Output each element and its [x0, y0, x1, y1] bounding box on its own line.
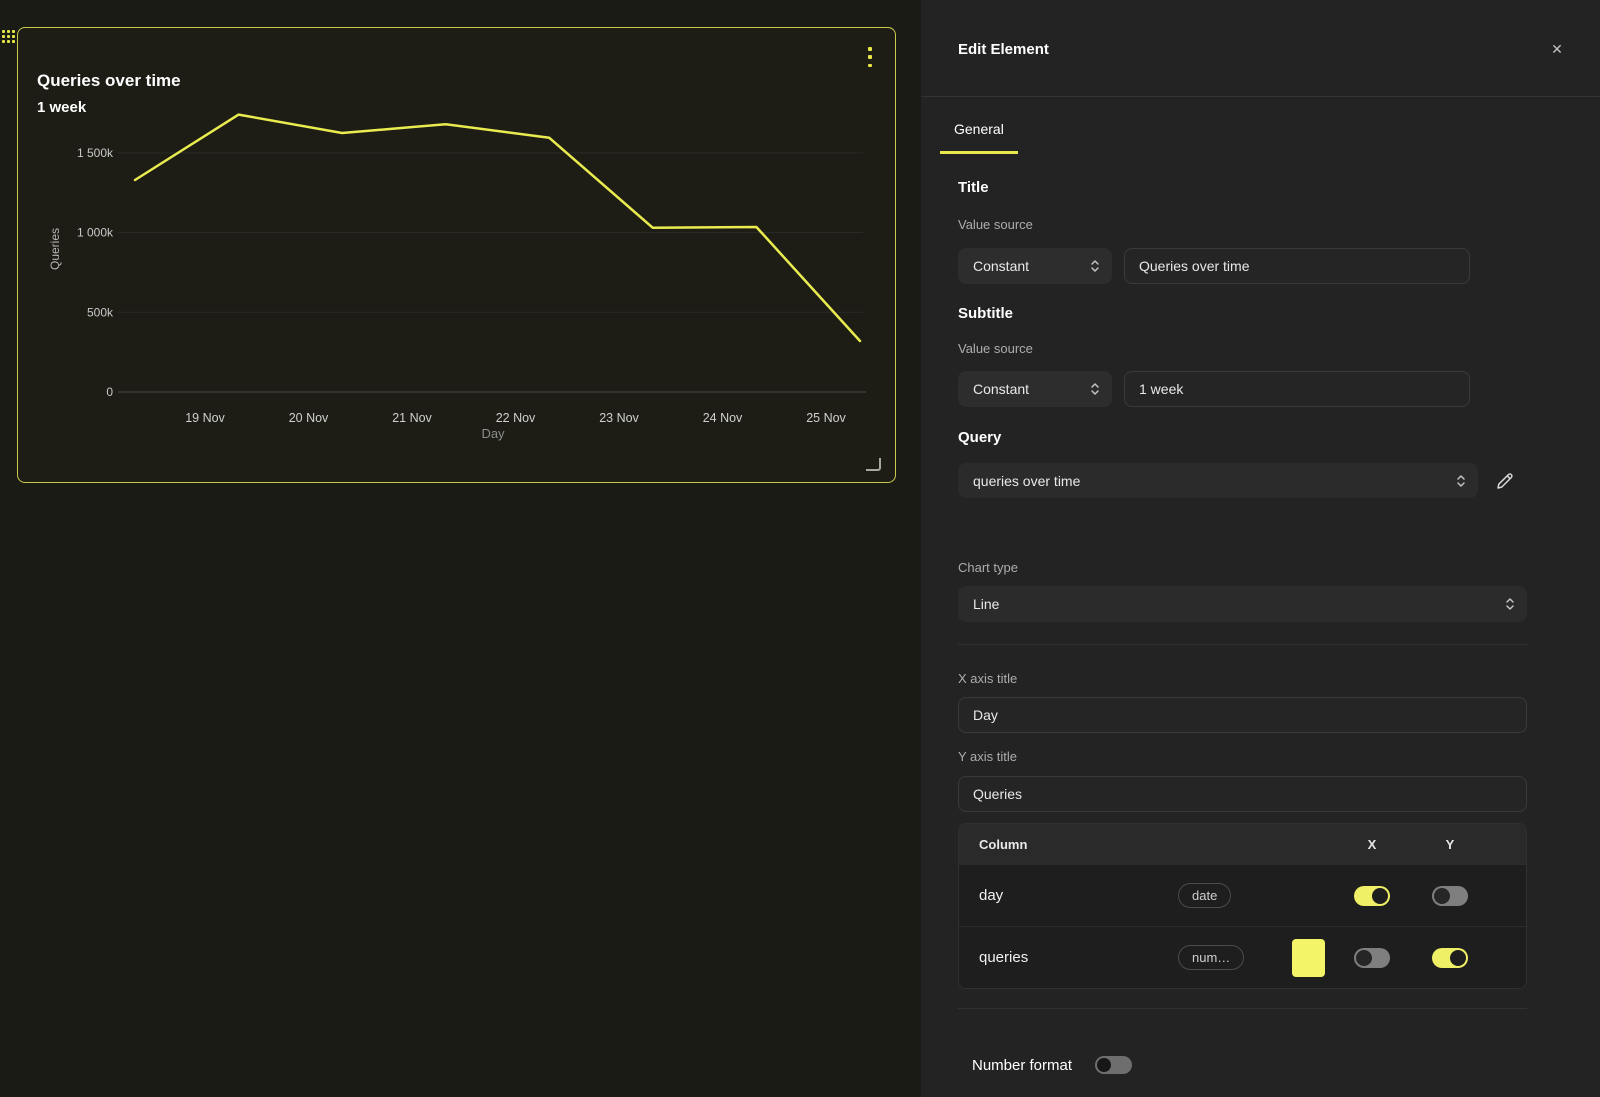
query-select[interactable]: queries over time: [958, 463, 1478, 498]
resize-handle[interactable]: [866, 458, 881, 471]
section-divider: [958, 1008, 1527, 1009]
column-name: day: [959, 887, 1178, 904]
chart-type-value: Line: [973, 596, 999, 612]
dashboard-canvas: Queries over time 1 week 0500k1 000k1 50…: [0, 0, 921, 1097]
number-format-toggle[interactable]: [1095, 1056, 1132, 1074]
number-format-label: Number format: [972, 1057, 1072, 1074]
table-row-queries: queriesnum…: [959, 926, 1526, 988]
columns-table-header: Column X Y: [959, 824, 1526, 864]
type-badge: date: [1178, 883, 1231, 908]
chevron-up-down-icon: [1505, 596, 1515, 612]
svg-text:0: 0: [106, 385, 113, 399]
svg-text:20 Nov: 20 Nov: [289, 411, 329, 425]
y-toggle-day[interactable]: [1432, 886, 1468, 906]
y-header: Y: [1411, 837, 1489, 852]
column-header: Column: [959, 837, 1178, 852]
svg-text:1 500k: 1 500k: [77, 146, 114, 160]
subtitle-value-source-label: Value source: [958, 341, 1033, 356]
svg-text:500k: 500k: [87, 305, 114, 319]
title-value-input[interactable]: Queries over time: [1124, 248, 1470, 284]
y-axis-title-label: Y axis title: [958, 749, 1017, 764]
x-header: X: [1333, 837, 1411, 852]
svg-text:19 Nov: 19 Nov: [185, 411, 225, 425]
title-source-value: Constant: [973, 258, 1029, 274]
table-row-day: daydate: [959, 864, 1526, 926]
x-toggle-day[interactable]: [1354, 886, 1390, 906]
svg-text:23 Nov: 23 Nov: [599, 411, 639, 425]
title-source-select[interactable]: Constant: [958, 248, 1112, 284]
section-divider: [958, 644, 1527, 645]
y-axis-title-input[interactable]: Queries: [958, 776, 1527, 812]
chart-type-select[interactable]: Line: [958, 586, 1527, 622]
x-toggle-queries[interactable]: [1354, 948, 1390, 968]
columns-table: Column X Y daydatequeriesnum…: [958, 823, 1527, 989]
svg-text:25 Nov: 25 Nov: [806, 411, 846, 425]
subtitle-source-value: Constant: [973, 381, 1029, 397]
header-divider: [921, 96, 1600, 97]
title-section-heading: Title: [958, 179, 989, 196]
x-axis-title-label: X axis title: [958, 671, 1017, 686]
query-section-heading: Query: [958, 429, 1001, 446]
panel-title: Edit Element: [958, 41, 1049, 58]
column-name: queries: [959, 949, 1178, 966]
chevron-up-down-icon: [1090, 258, 1100, 274]
series-color-swatch[interactable]: [1292, 939, 1325, 977]
tab-general[interactable]: General: [940, 121, 1018, 154]
edit-element-panel: Edit Element ✕ General Title Value sourc…: [921, 0, 1600, 1097]
y-toggle-queries[interactable]: [1432, 948, 1468, 968]
chart-card[interactable]: Queries over time 1 week 0500k1 000k1 50…: [17, 27, 896, 483]
chevron-up-down-icon: [1090, 381, 1100, 397]
subtitle-section-heading: Subtitle: [958, 305, 1013, 322]
svg-text:Queries: Queries: [48, 228, 62, 270]
chart-type-label: Chart type: [958, 560, 1018, 575]
svg-text:22 Nov: 22 Nov: [496, 411, 536, 425]
title-value-source-label: Value source: [958, 217, 1033, 232]
x-axis-title-input[interactable]: Day: [958, 697, 1527, 733]
type-badge: num…: [1178, 945, 1244, 970]
subtitle-source-select[interactable]: Constant: [958, 371, 1112, 407]
chevron-up-down-icon: [1456, 473, 1466, 489]
svg-text:21 Nov: 21 Nov: [392, 411, 432, 425]
svg-text:24 Nov: 24 Nov: [703, 411, 743, 425]
drag-handle-icon[interactable]: [2, 30, 17, 45]
edit-query-pencil-icon[interactable]: [1493, 469, 1517, 493]
subtitle-value-input[interactable]: 1 week: [1124, 371, 1470, 407]
query-select-value: queries over time: [973, 473, 1080, 489]
svg-text:1 000k: 1 000k: [77, 226, 114, 240]
svg-text:Day: Day: [481, 426, 505, 441]
close-icon[interactable]: ✕: [1548, 40, 1566, 58]
line-chart: 0 500k 1 000k 1 500k 19 Nov 20 Nov 21 Nov 22 No…: [18, 28, 895, 458]
